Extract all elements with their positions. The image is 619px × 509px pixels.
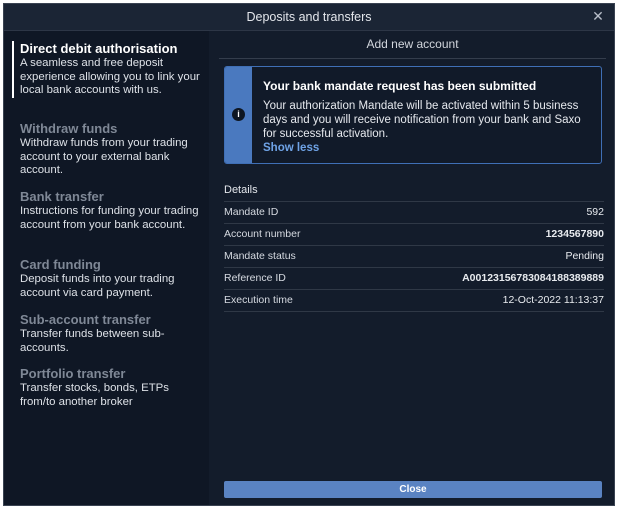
details-key: Mandate status: [224, 250, 296, 262]
deposits-dialog: Deposits and transfers ✕ Direct debit au…: [3, 3, 615, 506]
sidebar-item-direct-debit[interactable]: Direct debit authorisation A seamless an…: [4, 41, 209, 98]
notice-heading: Your bank mandate request has been submi…: [263, 79, 537, 93]
details-row-execution-time: Execution time 12-Oct-2022 11:13:37: [224, 290, 604, 312]
sidebar-item-card-funding[interactable]: Card funding Deposit funds into your tra…: [4, 257, 209, 300]
sidebar-item-description: A seamless and free deposit experience a…: [20, 57, 200, 96]
details-row-mandate-status: Mandate status Pending: [224, 246, 604, 268]
close-button[interactable]: Close: [224, 481, 602, 498]
details-key: Account number: [224, 228, 301, 240]
details-key: Execution time: [224, 294, 293, 306]
sidebar: Direct debit authorisation A seamless an…: [4, 31, 209, 505]
sidebar-item-title: Bank transfer: [20, 189, 104, 204]
sidebar-item-title: Card funding: [20, 257, 101, 272]
details-row-account-number: Account number 1234567890: [224, 224, 604, 246]
dialog-titlebar: Deposits and transfers ✕: [4, 4, 614, 31]
details-heading: Details: [224, 181, 604, 202]
sidebar-item-description: Transfer funds between sub-accounts.: [20, 328, 165, 354]
main-panel: Add new account i Your bank mandate requ…: [219, 31, 606, 505]
mandate-notice: i Your bank mandate request has been sub…: [224, 66, 602, 164]
details-value: 1234567890: [545, 228, 604, 240]
details-row-reference-id: Reference ID A00123156783084188389889: [224, 268, 604, 290]
show-less-link[interactable]: Show less: [263, 142, 593, 154]
sidebar-item-description: Transfer stocks, bonds, ETPs from/to ano…: [20, 382, 169, 408]
notice-body: Your bank mandate request has been submi…: [263, 79, 593, 154]
details-key: Mandate ID: [224, 206, 279, 218]
sidebar-item-description: Deposit funds into your trading account …: [20, 273, 175, 299]
details-value: A00123156783084188389889: [462, 272, 604, 284]
sidebar-item-portfolio-transfer[interactable]: Portfolio transfer Transfer stocks, bond…: [4, 366, 209, 409]
details-row-mandate-id: Mandate ID 592: [224, 202, 604, 224]
details-value: 592: [586, 206, 604, 218]
info-icon: i: [232, 108, 245, 121]
panel-header: Add new account: [219, 31, 606, 59]
notice-text: Your authorization Mandate will be activ…: [263, 100, 581, 140]
details-value: Pending: [565, 250, 604, 262]
sidebar-item-title: Portfolio transfer: [20, 366, 126, 381]
sidebar-item-title: Direct debit authorisation: [20, 41, 178, 56]
close-icon[interactable]: ✕: [590, 8, 606, 24]
sidebar-item-description: Withdraw funds from your trading account…: [20, 137, 188, 176]
notice-accent-strip: i: [225, 67, 252, 163]
details-value: 12-Oct-2022 11:13:37: [502, 294, 604, 306]
sidebar-item-bank-transfer[interactable]: Bank transfer Instructions for funding y…: [4, 189, 209, 232]
sidebar-item-title: Sub-account transfer: [20, 312, 151, 327]
dialog-title: Deposits and transfers: [246, 10, 372, 24]
sidebar-item-sub-account-transfer[interactable]: Sub-account transfer Transfer funds betw…: [4, 312, 209, 355]
sidebar-item-description: Instructions for funding your trading ac…: [20, 205, 199, 231]
sidebar-item-withdraw-funds[interactable]: Withdraw funds Withdraw funds from your …: [4, 121, 209, 178]
sidebar-item-title: Withdraw funds: [20, 121, 118, 136]
details-key: Reference ID: [224, 272, 286, 284]
details-table: Details Mandate ID 592 Account number 12…: [224, 181, 604, 312]
